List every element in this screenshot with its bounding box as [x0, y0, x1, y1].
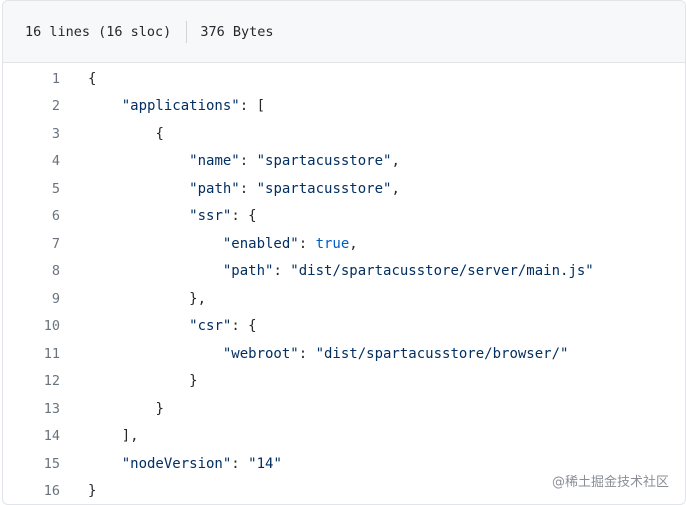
- json-punctuation: ,: [391, 153, 400, 170]
- line-number[interactable]: 3: [3, 126, 60, 142]
- code-line: 12 }: [3, 368, 685, 396]
- code-text: "csr": {: [60, 318, 257, 335]
- json-key: "ssr": [189, 208, 232, 225]
- code-text: "nodeVersion": "14": [60, 456, 282, 472]
- json-key: "csr": [189, 318, 232, 335]
- line-number[interactable]: 6: [3, 208, 60, 224]
- line-number[interactable]: 1: [3, 71, 60, 87]
- json-boolean: true: [315, 235, 350, 252]
- line-number[interactable]: 14: [3, 428, 60, 444]
- json-punctuation: : {: [231, 318, 257, 335]
- code-line: 9 },: [3, 285, 685, 313]
- code-text: ],: [60, 428, 139, 444]
- json-punctuation: ,: [391, 180, 400, 197]
- json-punctuation: ],: [121, 428, 139, 445]
- json-punctuation: :: [231, 455, 249, 472]
- json-punctuation: }: [189, 373, 198, 390]
- line-number[interactable]: 16: [3, 483, 60, 499]
- divider: [186, 20, 188, 43]
- json-punctuation: {: [88, 70, 97, 87]
- json-string: "dist/spartacusstore/server/main.js": [290, 263, 594, 280]
- code-view: 1{2 "applications": [3 {4 "name": "spart…: [3, 63, 685, 504]
- code-line: 2 "applications": [: [3, 93, 685, 121]
- json-punctuation: :: [298, 345, 316, 362]
- file-info-bar: 16 lines (16 sloc) 376 Bytes: [3, 1, 685, 63]
- code-text: {: [60, 125, 164, 142]
- json-string: "spartacusstore": [256, 180, 392, 197]
- json-punctuation: ,: [349, 235, 358, 252]
- code-line: 5 "path": "spartacusstore",: [3, 175, 685, 203]
- code-text: }: [60, 483, 96, 499]
- line-number[interactable]: 7: [3, 236, 60, 252]
- line-number[interactable]: 12: [3, 373, 60, 389]
- code-line: 4 "name": "spartacusstore",: [3, 148, 685, 176]
- line-number[interactable]: 11: [3, 346, 60, 362]
- json-punctuation: }: [155, 400, 164, 417]
- code-text: {: [60, 71, 96, 87]
- line-number[interactable]: 9: [3, 291, 60, 307]
- line-number[interactable]: 8: [3, 263, 60, 279]
- code-line: 11 "webroot": "dist/spartacusstore/brows…: [3, 340, 685, 368]
- json-punctuation: : {: [231, 208, 257, 225]
- json-punctuation: :: [239, 180, 257, 197]
- line-number[interactable]: 13: [3, 401, 60, 417]
- line-number[interactable]: 2: [3, 98, 60, 114]
- code-text: "name": "spartacusstore",: [60, 153, 400, 169]
- json-punctuation: :: [298, 235, 316, 252]
- code-text: "applications": [: [60, 98, 265, 114]
- json-punctuation: :: [239, 153, 257, 170]
- code-line: 6 "ssr": {: [3, 203, 685, 231]
- line-number[interactable]: 4: [3, 153, 60, 169]
- line-number[interactable]: 5: [3, 181, 60, 197]
- code-line: 3 {: [3, 120, 685, 148]
- file-size: 376 Bytes: [200, 23, 274, 40]
- json-string: "14": [248, 455, 282, 472]
- json-punctuation: {: [155, 125, 164, 142]
- json-string: "dist/spartacusstore/browser/": [315, 345, 569, 362]
- code-text: "webroot": "dist/spartacusstore/browser/…: [60, 345, 569, 362]
- code-line: 7 "enabled": true,: [3, 230, 685, 258]
- json-key: "applications": [121, 98, 240, 115]
- json-key: "name": [189, 153, 240, 170]
- code-text: }: [60, 373, 198, 390]
- json-key: "enabled": [222, 235, 299, 252]
- json-punctuation: }: [88, 483, 97, 500]
- line-number[interactable]: 15: [3, 456, 60, 472]
- code-line: 1{: [3, 65, 685, 93]
- json-key: "path": [222, 263, 274, 280]
- json-key: "webroot": [222, 345, 299, 362]
- code-line: 8 "path": "dist/spartacusstore/server/ma…: [3, 258, 685, 286]
- line-number[interactable]: 10: [3, 318, 60, 334]
- json-string: "spartacusstore": [256, 153, 392, 170]
- watermark: @稀土掘金技术社区: [551, 475, 669, 490]
- json-punctuation: },: [189, 290, 207, 307]
- code-text: "path": "spartacusstore",: [60, 181, 400, 197]
- code-line: 14 ],: [3, 423, 685, 451]
- json-key: "nodeVersion": [121, 455, 232, 472]
- code-line: 13 }: [3, 395, 685, 423]
- code-text: },: [60, 291, 206, 307]
- json-punctuation: : [: [239, 98, 266, 115]
- code-text: "path": "dist/spartacusstore/server/main…: [60, 263, 594, 279]
- code-text: "enabled": true,: [60, 236, 358, 252]
- json-punctuation: :: [273, 263, 291, 280]
- code-text: "ssr": {: [60, 208, 257, 225]
- json-key: "path": [189, 180, 240, 197]
- line-count: 16 lines (16 sloc): [25, 23, 172, 40]
- code-line: 10 "csr": {: [3, 313, 685, 341]
- file-viewer: 16 lines (16 sloc) 376 Bytes 1{2 "applic…: [2, 0, 686, 505]
- code-text: }: [60, 400, 164, 417]
